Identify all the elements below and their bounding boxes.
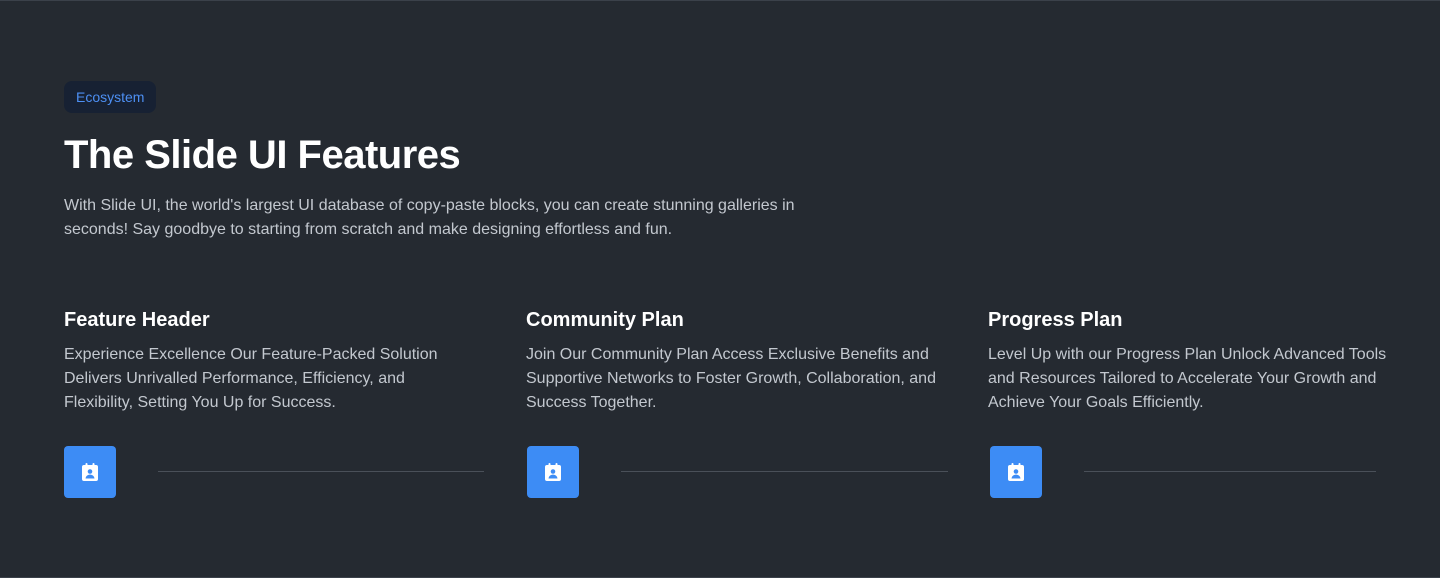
feature-description: Join Our Community Plan Access Exclusive… — [526, 346, 936, 411]
page-title: The Slide UI Features — [64, 133, 461, 177]
feature-description: Level Up with our Progress Plan Unlock A… — [988, 346, 1387, 411]
divider-line — [621, 471, 948, 472]
divider-line — [1084, 471, 1376, 472]
feature-description: Experience Excellence Our Feature-Packed… — [64, 346, 438, 411]
features-section: Ecosystem The Slide UI Features With Sli… — [0, 0, 1440, 578]
divider-line — [158, 471, 484, 472]
feature-title: Community Plan — [526, 309, 684, 331]
feature-card-3: Progress Plan Level Up with our Progress… — [988, 306, 1398, 415]
feature-title: Progress Plan — [988, 309, 1123, 331]
feature-card-1: Feature Header Experience Excellence Our… — [64, 306, 474, 415]
ecosystem-badge: Ecosystem — [64, 81, 157, 113]
page-subtitle: With Slide UI, the world's largest UI da… — [64, 197, 795, 238]
calendar-user-icon — [527, 446, 579, 498]
calendar-user-icon — [64, 446, 116, 498]
feature-card-2: Community Plan Join Our Community Plan A… — [526, 306, 936, 415]
calendar-user-icon — [990, 446, 1042, 498]
feature-title: Feature Header — [64, 309, 210, 331]
